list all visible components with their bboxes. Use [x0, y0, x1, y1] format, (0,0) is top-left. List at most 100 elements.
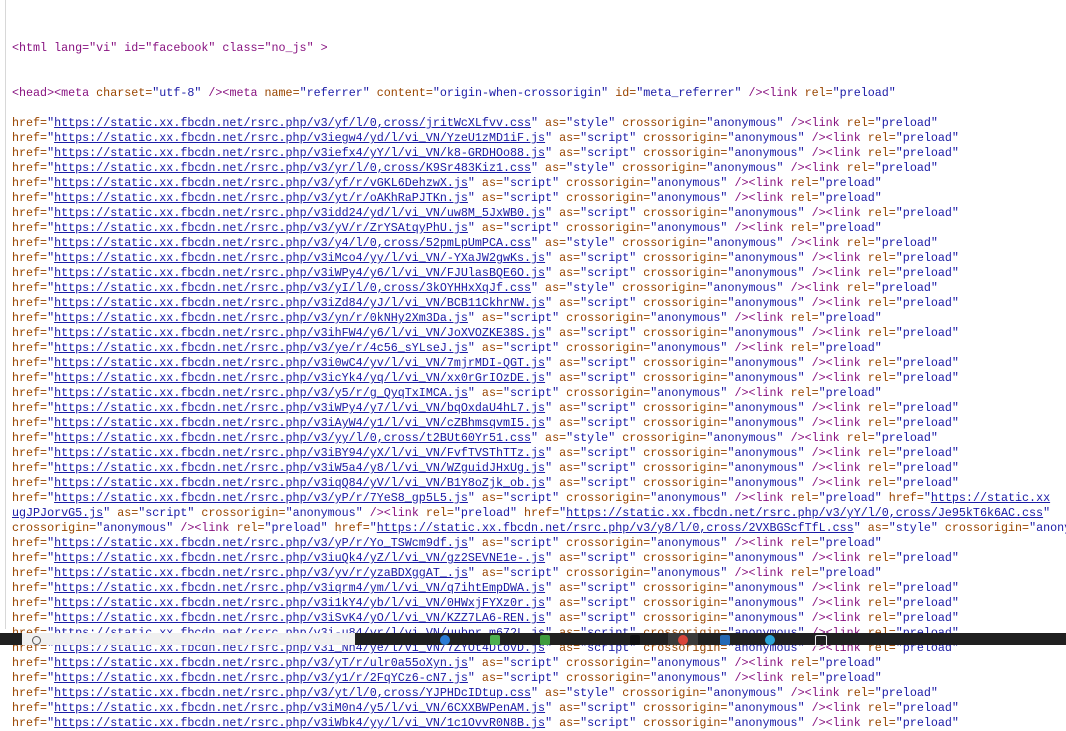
- attribute-name: href=: [12, 701, 48, 715]
- attribute-value: "style": [566, 161, 616, 175]
- resource-link[interactable]: https://static.xx.fbcdn.net/rsrc.php/v3/…: [54, 341, 468, 355]
- attribute-value: "preload": [895, 356, 959, 370]
- resource-link[interactable]: https://static.xx.fbcdn.net/rsrc.php/v3/…: [54, 431, 531, 445]
- attribute-name: crossorigin=: [636, 416, 728, 430]
- resource-link[interactable]: https://static.xx.fbcdn.net/rsrc.php/v3i…: [54, 146, 545, 160]
- source-line: href="https://static.xx.fbcdn.net/rsrc.p…: [0, 611, 1066, 626]
- attribute-name: as=: [552, 446, 581, 460]
- attribute-name: rel=: [860, 596, 896, 610]
- resource-link[interactable]: https://static.xx.fbcdn.net/rsrc.php/v3i…: [54, 416, 545, 430]
- resource-link[interactable]: https://static.xx.fbcdn.net/rsrc.php/v3/…: [54, 161, 531, 175]
- resource-link[interactable]: https://static.xx.fbcdn.net/rsrc.php/v3i…: [54, 701, 545, 715]
- attribute-name: href=: [12, 326, 48, 340]
- attribute-name: href=: [12, 191, 48, 205]
- resource-link[interactable]: https://static.xx: [931, 491, 1050, 505]
- attribute-name: crossorigin=: [636, 461, 728, 475]
- attribute-value: ": [47, 716, 55, 730]
- resource-link[interactable]: https://static.xx.fbcdn.net/rsrc.php/v3/…: [54, 536, 468, 550]
- attribute-name: crossorigin=: [559, 536, 651, 550]
- tag-token: /><link: [783, 686, 840, 700]
- taskbar-search-box[interactable]: [22, 633, 355, 645]
- resource-link[interactable]: https://static.xx.fbcdn.net/rsrc.php/v3i…: [54, 251, 545, 265]
- resource-link[interactable]: https://static.xx.fbcdn.net/rsrc.php/v3/…: [54, 566, 468, 580]
- mail-icon[interactable]: [720, 635, 730, 645]
- browser-icon[interactable]: [490, 635, 500, 645]
- attribute-name: rel=: [860, 131, 896, 145]
- source-line: href="https://static.xx.fbcdn.net/rsrc.p…: [0, 326, 1066, 341]
- resource-link[interactable]: https://static.xx.fbcdn.net/rsrc.php/v3i…: [54, 296, 545, 310]
- resource-link[interactable]: https://static.xx.fbcdn.net/rsrc.php/v3/…: [54, 221, 468, 235]
- attribute-name: href=: [12, 341, 48, 355]
- resource-link[interactable]: ugJPJorvG5.js: [12, 506, 103, 520]
- resource-link[interactable]: https://static.xx.fbcdn.net/rsrc.php/v3i…: [54, 356, 545, 370]
- tag-token: /><link: [804, 206, 861, 220]
- resource-link[interactable]: https://static.xx.fbcdn.net/rsrc.php/v3i…: [54, 596, 545, 610]
- attribute-name: rel=: [860, 266, 896, 280]
- resource-link[interactable]: https://static.xx.fbcdn.net/rsrc.php/v3i…: [54, 326, 545, 340]
- resource-link[interactable]: https://static.xx.fbcdn.net/rsrc.php/v3i…: [54, 716, 545, 730]
- attribute-name: as=: [552, 551, 581, 565]
- resource-link[interactable]: https://static.xx.fbcdn.net/rsrc.php/v3/…: [54, 191, 468, 205]
- tag-token: /><link: [727, 191, 784, 205]
- resource-link[interactable]: https://static.xx.fbcdn.net/rsrc.php/v3/…: [54, 656, 468, 670]
- resource-link[interactable]: https://static.xx.fbcdn.net/rsrc.php/v3/…: [54, 116, 531, 130]
- attribute-name: rel=: [860, 206, 896, 220]
- chrome-taskbar-button[interactable]: [668, 633, 698, 645]
- attribute-name: rel=: [783, 221, 819, 235]
- resource-link[interactable]: https://static.xx.fbcdn.net/rsrc.php/v3/…: [377, 521, 854, 535]
- tag-token: /><link: [804, 131, 861, 145]
- tag-token: /><link: [804, 581, 861, 595]
- attribute-name: crossorigin=: [559, 671, 651, 685]
- source-line: crossorigin="anonymous" /><link rel="pre…: [0, 521, 1066, 536]
- resource-link[interactable]: https://static.xx.fbcdn.net/rsrc.php/v3i…: [54, 131, 545, 145]
- resource-link[interactable]: https://static.xx.fbcdn.net/rsrc.php/v3i…: [54, 461, 545, 475]
- resource-link[interactable]: https://static.xx.fbcdn.net/rsrc.php/v3/…: [54, 386, 468, 400]
- resource-link[interactable]: https://static.xx.fbcdn.net/rsrc.php/v3i…: [54, 611, 545, 625]
- resource-link[interactable]: https://static.xx.fbcdn.net/rsrc.php/v3i…: [54, 446, 545, 460]
- attribute-value: "preload": [895, 206, 959, 220]
- resource-link[interactable]: https://static.xx.fbcdn.net/rsrc.php/v3i…: [54, 266, 545, 280]
- source-line: href="https://static.xx.fbcdn.net/rsrc.p…: [0, 416, 1066, 431]
- attribute-value: ": [531, 161, 539, 175]
- tag-token: /><link: [804, 716, 861, 730]
- tag-token: /><link: [783, 116, 840, 130]
- file-explorer-icon[interactable]: [540, 635, 550, 645]
- source-line: href="https://static.xx.fbcdn.net/rsrc.p…: [0, 536, 1066, 551]
- attribute-value: "preload": [264, 521, 328, 535]
- attribute-name: href=: [12, 266, 48, 280]
- attribute-value: "preload": [895, 596, 959, 610]
- resource-link[interactable]: https://static.xx.fbcdn.net/rsrc.php/v3/…: [54, 281, 531, 295]
- notes-icon[interactable]: [815, 635, 827, 647]
- resource-link[interactable]: https://static.xx.fbcdn.net/rsrc.php/v3i…: [54, 476, 545, 490]
- taskbar: [0, 633, 1066, 647]
- resource-link[interactable]: https://static.xx.fbcdn.net/rsrc.php/v3i…: [54, 371, 545, 385]
- resource-link[interactable]: https://static.xx.fbcdn.net/rsrc.php/v3/…: [566, 506, 1043, 520]
- attribute-value: "anonymous": [727, 146, 805, 160]
- attribute-name: crossorigin=: [636, 476, 728, 490]
- resource-link[interactable]: https://static.xx.fbcdn.net/rsrc.php/v3/…: [54, 311, 468, 325]
- resource-link[interactable]: https://static.xx.fbcdn.net/rsrc.php/v3/…: [54, 491, 468, 505]
- attribute-name: crossorigin=: [559, 656, 651, 670]
- resource-link[interactable]: https://static.xx.fbcdn.net/rsrc.php/v3i…: [54, 206, 545, 220]
- task-view-icon[interactable]: [440, 635, 450, 645]
- attribute-value: "anonymous": [650, 191, 728, 205]
- resource-link[interactable]: https://static.xx.fbcdn.net/rsrc.php/v3/…: [54, 176, 468, 190]
- attribute-value: ": [47, 686, 55, 700]
- tag-token: /><link: [727, 386, 784, 400]
- resource-link[interactable]: https://static.xx.fbcdn.net/rsrc.php/v3/…: [54, 686, 531, 700]
- source-line: ugJPJorvG5.js" as="script" crossorigin="…: [0, 506, 1066, 521]
- attribute-name: as=: [474, 656, 503, 670]
- resource-link[interactable]: https://static.xx.fbcdn.net/rsrc.php/v3i…: [54, 401, 545, 415]
- attribute-name: as=: [552, 206, 581, 220]
- resource-link[interactable]: https://static.xx.fbcdn.net/rsrc.php/v3i…: [54, 551, 545, 565]
- resource-link[interactable]: https://static.xx.fbcdn.net/rsrc.php/v3/…: [54, 236, 531, 250]
- resource-link[interactable]: https://static.xx.fbcdn.net/rsrc.php/v3/…: [54, 671, 468, 685]
- store-icon[interactable]: [630, 635, 640, 645]
- attribute-name: as=: [474, 536, 503, 550]
- attribute-value: "anonymous": [727, 716, 805, 730]
- attribute-name: as=: [474, 176, 503, 190]
- app-icon[interactable]: [765, 635, 775, 645]
- tag-token: /><link: [804, 611, 861, 625]
- attribute-value: "preload": [818, 221, 882, 235]
- resource-link[interactable]: https://static.xx.fbcdn.net/rsrc.php/v3i…: [54, 581, 545, 595]
